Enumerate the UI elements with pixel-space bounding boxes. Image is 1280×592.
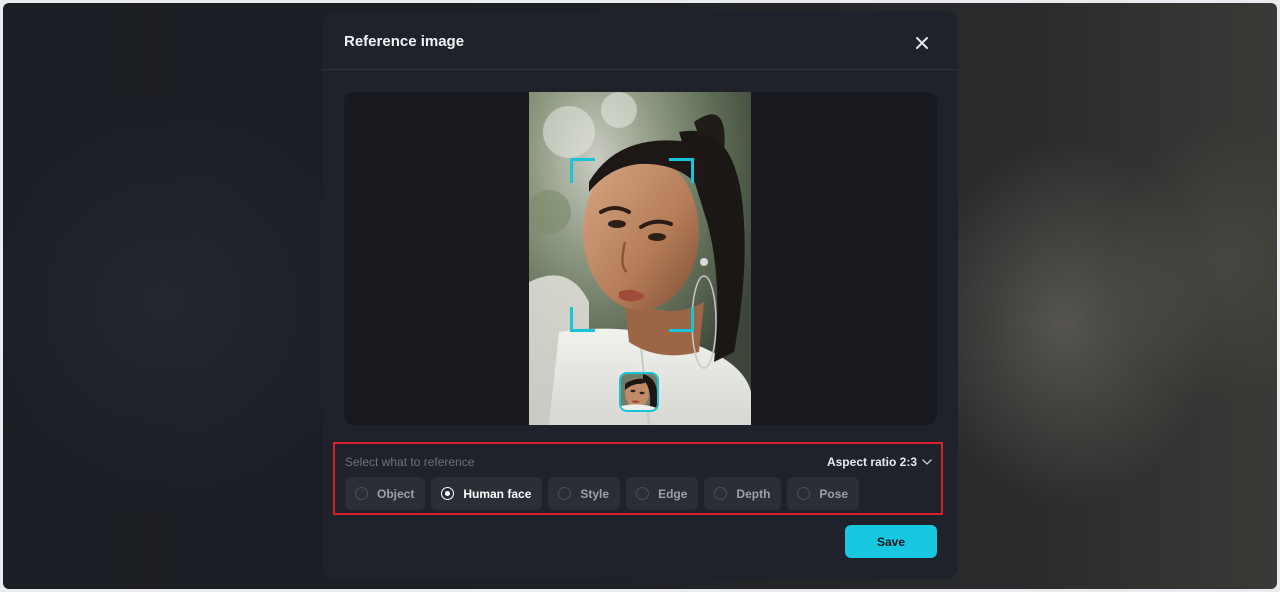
reference-photo xyxy=(529,92,751,425)
option-label: Edge xyxy=(658,486,688,501)
face-detection-frame xyxy=(570,158,694,332)
image-preview xyxy=(344,92,937,425)
reference-type-options: Object Human face Style Edge Depth Pose xyxy=(345,477,865,510)
radio-icon xyxy=(355,487,368,500)
option-object[interactable]: Object xyxy=(345,477,426,510)
option-label: Pose xyxy=(819,486,849,501)
aspect-ratio-dropdown[interactable]: Aspect ratio 2:3 xyxy=(827,452,933,472)
frame-corner xyxy=(669,158,694,183)
frame-corner xyxy=(570,307,595,332)
option-label: Style xyxy=(580,486,610,501)
save-button[interactable]: Save xyxy=(845,525,937,558)
close-icon xyxy=(916,37,928,49)
frame-corner xyxy=(570,158,595,183)
radio-selected-icon xyxy=(441,487,455,500)
option-label: Object xyxy=(377,486,415,501)
reference-selection-panel: Select what to reference Aspect ratio 2:… xyxy=(333,442,943,515)
option-pose[interactable]: Pose xyxy=(787,477,860,510)
radio-icon xyxy=(558,487,572,500)
radio-icon xyxy=(636,487,650,500)
radio-icon xyxy=(797,487,811,500)
reference-image-modal: Reference image Select what to reference… xyxy=(322,11,958,579)
close-button[interactable] xyxy=(910,31,934,55)
detected-face-thumbnail[interactable] xyxy=(619,372,659,412)
radio-icon xyxy=(714,487,728,500)
option-depth[interactable]: Depth xyxy=(704,477,782,510)
reference-label: Select what to reference xyxy=(345,455,475,469)
modal-header: Reference image xyxy=(322,11,958,70)
option-edge[interactable]: Edge xyxy=(626,477,699,510)
frame-corner xyxy=(669,307,694,332)
chevron-down-icon xyxy=(922,459,932,465)
option-label: Depth xyxy=(736,486,771,501)
option-human-face[interactable]: Human face xyxy=(431,477,543,510)
aspect-ratio-label: Aspect ratio 2:3 xyxy=(826,455,917,469)
modal-title: Reference image xyxy=(344,33,465,50)
option-label: Human face xyxy=(463,486,532,501)
option-style[interactable]: Style xyxy=(548,477,621,510)
face-thumbnail-image xyxy=(621,374,657,410)
